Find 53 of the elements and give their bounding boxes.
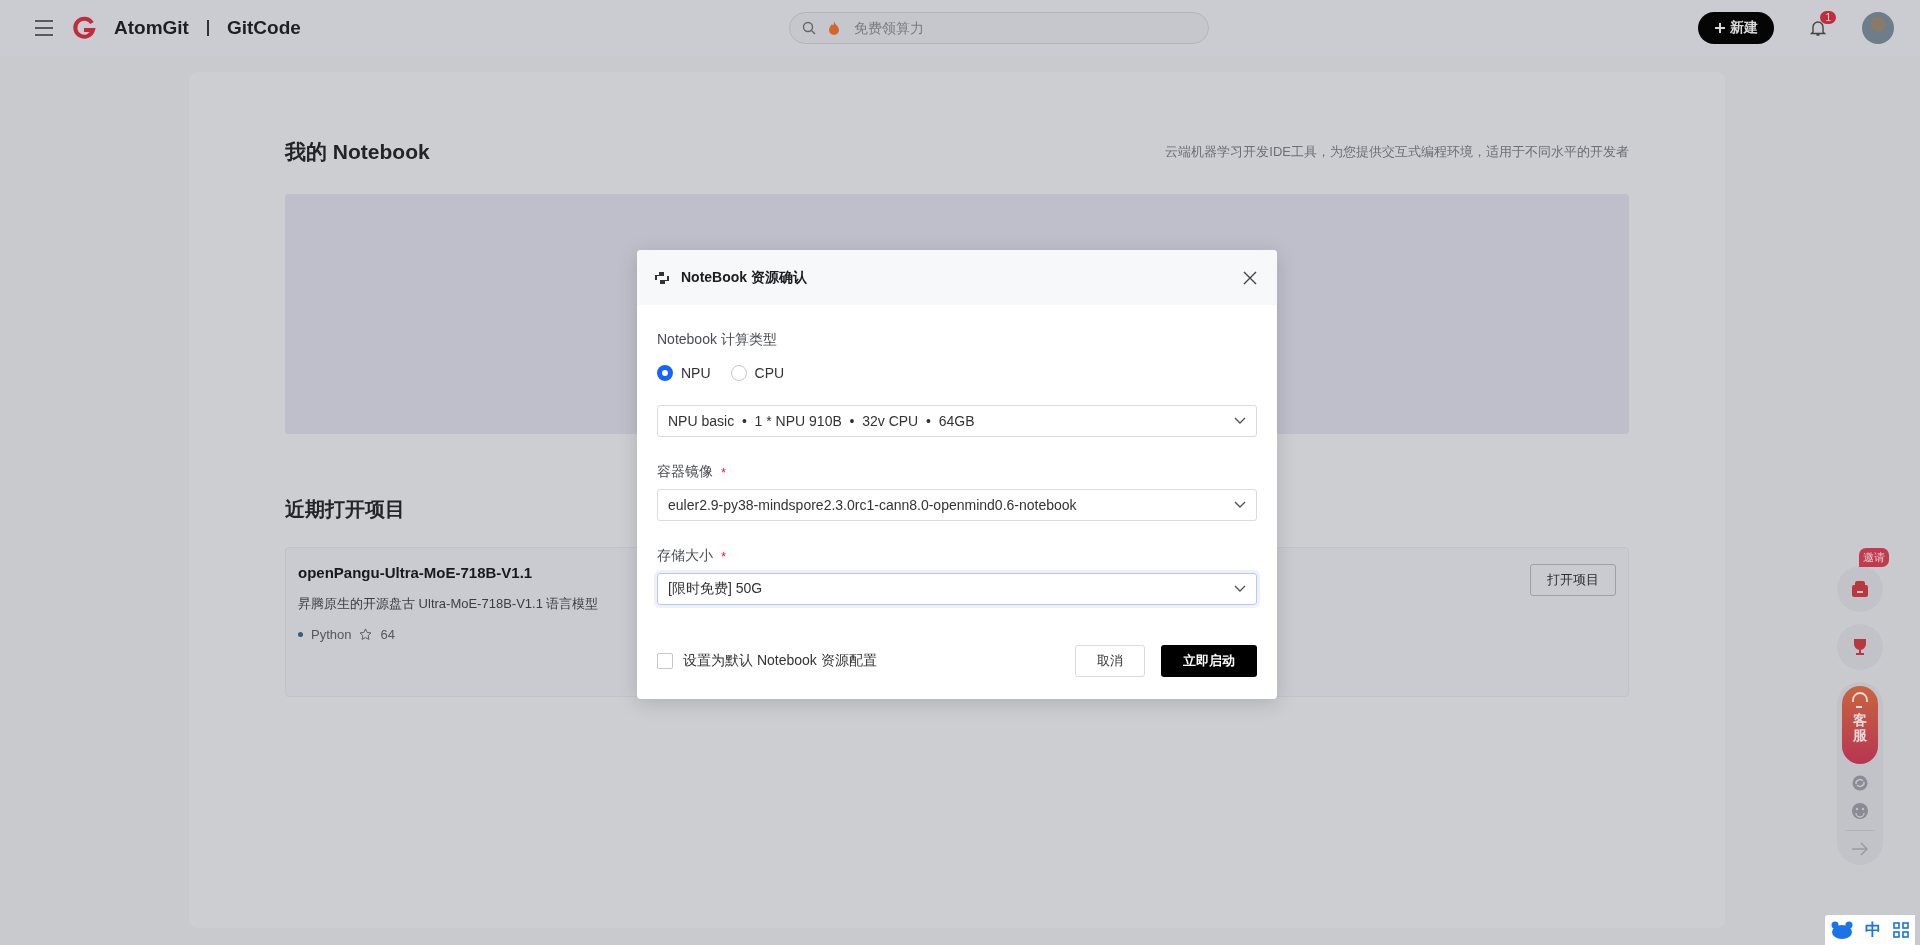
python-icon	[655, 270, 669, 285]
headset-icon	[1850, 692, 1870, 710]
logo-icon	[72, 16, 96, 40]
field-label: 容器镜像	[657, 463, 713, 481]
flame-icon	[828, 21, 841, 35]
cancel-button[interactable]: 取消	[1075, 645, 1145, 677]
new-button[interactable]: 新建	[1698, 12, 1774, 44]
section-title: 近期打开项目	[285, 497, 405, 522]
trophy-button[interactable]	[1837, 624, 1883, 670]
project-language: Python	[311, 627, 352, 642]
star-count: 64	[380, 627, 395, 642]
brand-name[interactable]: GitCode	[226, 17, 301, 39]
search-icon	[802, 21, 817, 35]
field-label: 存储大小	[657, 547, 713, 565]
invite-badge: 邀请	[1859, 548, 1889, 567]
search-box[interactable]: 免费领算力	[789, 12, 1210, 44]
dropdown-select[interactable]: [限时免费] 50G	[657, 573, 1257, 605]
project-description: 昇腾原生的开源盘古 Ultra-MoE-718B-V1.1 语言模型	[298, 595, 599, 613]
customer-service-button[interactable]: 客服	[1842, 686, 1878, 764]
required-mark: *	[721, 548, 727, 564]
chevron-down-icon	[1234, 585, 1246, 593]
start-button[interactable]: 立即启动	[1161, 645, 1257, 677]
compute-type-radio[interactable]: NPU	[657, 365, 711, 381]
language-dot	[298, 632, 303, 637]
menu-icon[interactable]	[34, 20, 54, 36]
paw-icon[interactable]	[1831, 921, 1853, 939]
grid-icon[interactable]	[1893, 922, 1909, 938]
brand-name[interactable]: AtomGit	[114, 17, 189, 39]
notification-badge: 1	[1820, 11, 1836, 24]
chevron-down-icon	[1234, 417, 1246, 425]
compute-type-radio[interactable]: CPU	[730, 365, 785, 381]
input-mode-label[interactable]: 中	[1865, 919, 1881, 941]
page-title: 我的 Notebook	[285, 139, 430, 165]
gift-button[interactable]	[1837, 566, 1883, 612]
page-subtitle: 云端机器学习开发IDE工具，为您提供交互式编程环境，适用于不同水平的开发者	[1165, 143, 1629, 161]
search-field[interactable]: 免费领算力	[852, 19, 1197, 37]
star-icon	[359, 628, 373, 641]
plus-icon	[1714, 22, 1726, 34]
user-avatar[interactable]	[1862, 12, 1894, 44]
refresh-icon[interactable]	[1851, 774, 1869, 792]
bell-icon[interactable]	[1810, 19, 1826, 37]
chevron-down-icon	[1234, 501, 1246, 509]
project-name[interactable]: openPangu-Ultra-MoE-718B-V1.1	[298, 564, 599, 581]
dropdown-select[interactable]: euler2.9-py38-mindspore2.3.0rc1-cann8.0-openmind0.6-notebook	[657, 489, 1257, 521]
dialog-title: NoteBook 资源确认	[681, 268, 807, 287]
trophy-icon	[1851, 638, 1869, 656]
smiley-icon[interactable]	[1851, 802, 1869, 820]
gift-icon	[1851, 581, 1869, 597]
default-checkbox[interactable]: 设置为默认 Notebook 资源配置	[657, 652, 877, 670]
required-mark: *	[721, 464, 727, 480]
field-label: Notebook 计算类型	[657, 331, 778, 349]
spec-select[interactable]: NPU basic • 1 * NPU 910B • 32v CPU • 64GB	[657, 405, 1257, 437]
open-project-button[interactable]: 打开项目	[1530, 564, 1616, 596]
